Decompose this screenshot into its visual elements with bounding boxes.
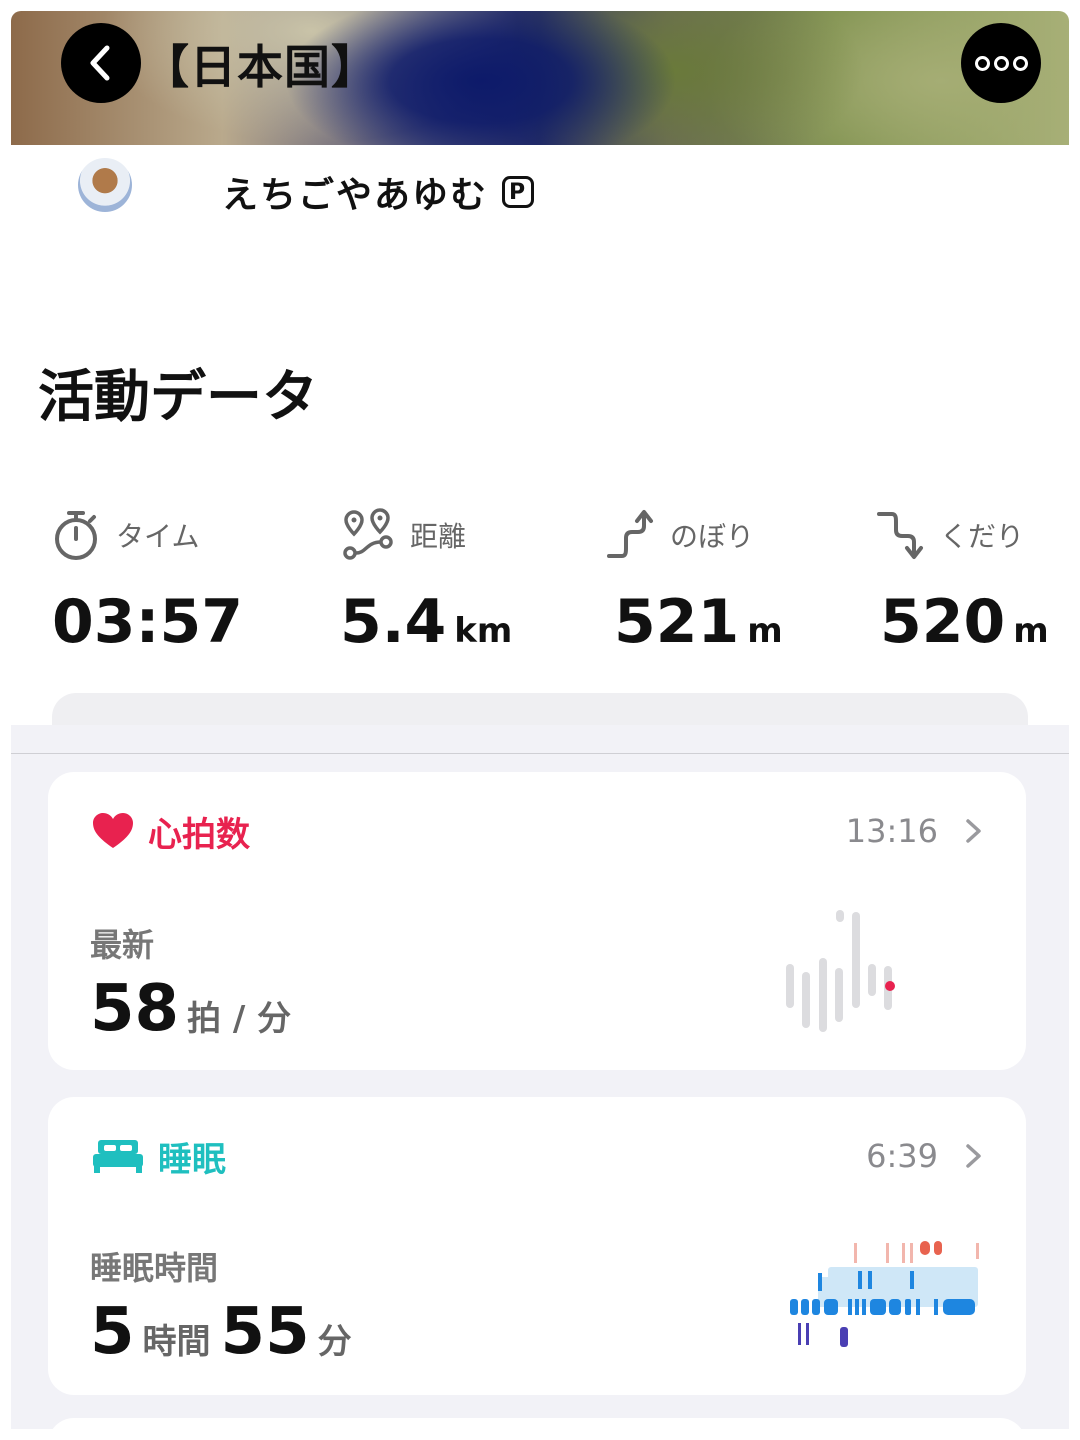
stat-unit-ascent: m xyxy=(747,611,783,651)
more-icon-dot xyxy=(1012,55,1028,71)
activity-title: 活動データ xyxy=(38,365,318,430)
stat-ascent: のぼり 521 m xyxy=(606,505,783,657)
heart-rate-time: 13:16 xyxy=(845,812,938,850)
header-banner: 【日本国】 xyxy=(11,11,1069,145)
more-button[interactable] xyxy=(961,23,1041,103)
chevron-right-icon[interactable] xyxy=(960,1143,986,1169)
bed-icon xyxy=(93,1140,143,1173)
stat-label-ascent: のぼり xyxy=(670,520,755,553)
heart-rate-sparkline xyxy=(786,910,895,1032)
stat-descent: くだり 520 m xyxy=(876,505,1049,657)
sleep-title: 睡眠 xyxy=(158,1139,226,1180)
sleep-minutes-unit: 分 xyxy=(317,1322,352,1362)
divider xyxy=(11,753,1069,754)
chevron-left-icon xyxy=(90,45,110,81)
heart-rate-value: 58 xyxy=(90,972,180,1046)
stopwatch-icon xyxy=(55,511,97,560)
user-name: えちごやあゆむ xyxy=(222,175,489,216)
stat-unit-descent: m xyxy=(1013,611,1049,651)
premium-badge: P xyxy=(502,176,535,208)
more-icon xyxy=(974,55,990,71)
more-icon-dot xyxy=(993,55,1009,71)
stat-value-distance: 5.4 xyxy=(340,587,447,657)
stat-unit-distance: km xyxy=(454,611,513,651)
stat-label-distance: 距離 xyxy=(410,520,467,553)
heart-rate-unit: 拍 / 分 xyxy=(187,999,292,1039)
stat-value-ascent: 521 xyxy=(614,587,740,657)
heart-icon xyxy=(93,813,133,848)
heart-rate-card[interactable]: 心拍数 13:16 最新 58 拍 / 分 xyxy=(48,772,1026,1070)
sleep-hours: 5 xyxy=(90,1295,135,1369)
sleep-card[interactable]: 睡眠 6:39 睡眠時間 5 時間 55 分 xyxy=(48,1097,1026,1395)
heart-rate-title: 心拍数 xyxy=(148,814,250,855)
heart-rate-sublabel: 最新 xyxy=(90,926,155,964)
avatar[interactable] xyxy=(78,158,132,212)
ascent-icon xyxy=(607,510,653,558)
route-icon xyxy=(343,508,393,560)
descent-icon xyxy=(877,512,923,559)
stat-value-time: 03:57 xyxy=(52,587,243,657)
chevron-right-icon[interactable] xyxy=(960,818,986,844)
sleep-stage-chart xyxy=(790,1241,979,1347)
stat-value-descent: 520 xyxy=(880,587,1006,657)
stat-label-descent: くだり xyxy=(940,520,1025,553)
sleep-sublabel: 睡眠時間 xyxy=(90,1249,219,1287)
stat-distance: 距離 5.4 km xyxy=(340,505,512,657)
stat-label-time: タイム xyxy=(116,520,200,553)
sleep-time: 6:39 xyxy=(866,1137,938,1175)
next-card-peek xyxy=(48,1418,1026,1440)
back-button[interactable] xyxy=(61,23,141,103)
sleep-hours-unit: 時間 xyxy=(142,1322,211,1362)
stat-time: タイム 03:57 xyxy=(52,505,243,657)
page-title: 【日本国】 xyxy=(143,40,378,94)
sleep-minutes: 55 xyxy=(220,1295,310,1369)
user-name-row[interactable]: えちごやあゆむ P xyxy=(222,166,535,218)
